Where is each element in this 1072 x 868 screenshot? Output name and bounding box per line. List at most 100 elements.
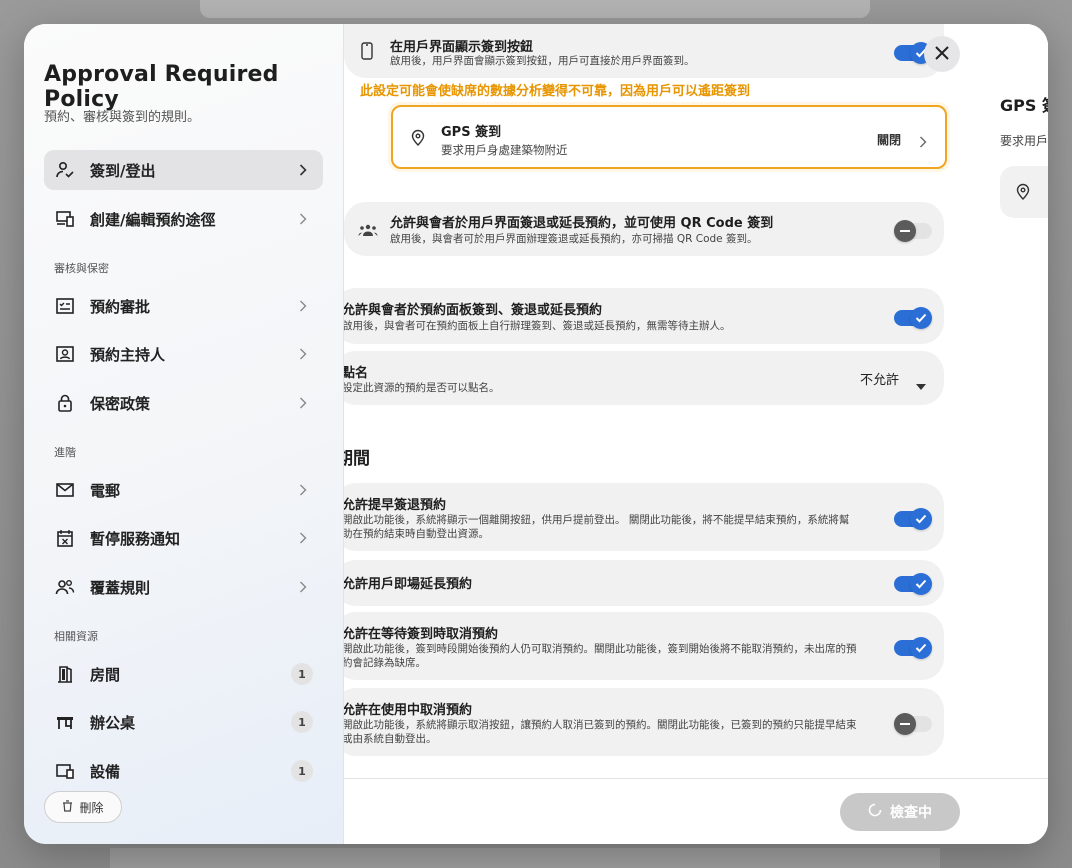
lock-icon (54, 392, 76, 414)
panel-check-in-toggle[interactable] (894, 307, 932, 329)
remote-check-in-warning: 此設定可能會使缺席的數據分析變得不可靠，因為用戶可以遙距簽到 (360, 84, 751, 99)
delete-label: 刪除 (79, 800, 104, 815)
roll-call-select[interactable]: 不允許 (860, 369, 899, 388)
group-icon (358, 222, 378, 241)
sidebar: Approval Required Policy 預約、審核與簽到的規則。 簽到… (24, 24, 344, 844)
devices-icon (54, 208, 76, 230)
gps-check-in-item[interactable]: GPS 簽到 要求用戶身處建築物附近 關閉 (391, 105, 947, 169)
early-check-out-toggle[interactable] (894, 508, 932, 530)
chevron-right-icon (293, 532, 313, 544)
minus-icon (894, 713, 916, 735)
gps-detail-panel: GPS 簽到 要求用戶身處建築物附近 (974, 24, 1048, 778)
background-footer (110, 848, 940, 868)
people-icon (54, 576, 76, 598)
setting-row-panel-check-in: 允許與會者於預約面板簽到、簽退或延長預約 啟用後，與會者可在預約面板上自行辦理簽… (344, 288, 944, 344)
setting-title: 允許在使用中取消預約 (344, 703, 473, 718)
chevron-right-icon (293, 581, 313, 593)
qr-code-toggle[interactable] (894, 220, 932, 242)
gps-location-card[interactable] (1000, 166, 1048, 218)
section-heading-period: 期間 (344, 449, 370, 469)
extend-booking-toggle[interactable] (894, 573, 932, 595)
sidebar-item-privacy[interactable]: 保密政策 (44, 383, 323, 423)
desk-icon (54, 711, 76, 733)
gps-panel-subtitle: 要求用戶身處建築物附近 (1000, 134, 1048, 148)
policy-modal: Approval Required Policy 預約、審核與簽到的規則。 簽到… (24, 24, 1048, 844)
delete-button[interactable]: 刪除 (44, 791, 122, 823)
gps-title: GPS 簽到 (441, 125, 502, 140)
gps-description: 要求用戶身處建築物附近 (441, 143, 568, 157)
setting-row-roll-call: 點名 設定此資源的預約是否可以點名。 不允許 (344, 351, 944, 405)
sidebar-item-label: 暫停服務通知 (90, 529, 181, 548)
setting-description: 啟用後，用戶界面會顯示簽到按鈕，用戶可直接於用戶界面簽到。 (390, 55, 695, 67)
gps-status: 關閉 (877, 133, 902, 147)
setting-description: 開啟此功能後，簽到時段開始後預約人仍可取消預約。關閉此功能後，簽到開始後將不能取… (344, 643, 857, 669)
sidebar-item-label: 覆蓋規則 (90, 578, 151, 597)
close-button[interactable] (924, 36, 960, 72)
setting-title: 允許與會者於用戶界面簽退或延長預約，並可使用 QR Code 簽到 (390, 216, 774, 231)
approval-list-icon (54, 295, 76, 317)
device-icon (54, 760, 76, 782)
sidebar-item-equipment[interactable]: 設備 1 (44, 751, 323, 791)
close-icon (935, 45, 949, 64)
checkmark-icon (910, 573, 932, 595)
sidebar-item-label: 預約主持人 (90, 345, 166, 364)
setting-title: 允許用戶即場延長預約 (344, 577, 473, 592)
setting-title: 允許在等待簽到時取消預約 (344, 627, 499, 642)
sidebar-item-label: 設備 (90, 762, 121, 781)
checkmark-icon (910, 508, 932, 530)
sidebar-item-host[interactable]: 預約主持人 (44, 334, 323, 374)
chevron-right-icon (293, 213, 313, 225)
sidebar-item-check-in[interactable]: 簽到/登出 (44, 150, 323, 190)
sidebar-item-rooms[interactable]: 房間 1 (44, 654, 323, 694)
settings-panel: 在用戶界面顯示簽到按鈕 啟用後，用戶界面會顯示簽到按鈕，用戶可直接於用戶界面簽到… (344, 24, 1048, 844)
chevron-right-icon (293, 484, 313, 496)
count-badge: 1 (291, 711, 313, 733)
checking-button[interactable]: 檢查中 (840, 793, 960, 831)
modal-footer: 檢查中 (344, 778, 1048, 844)
user-check-icon (54, 159, 76, 181)
mail-icon (54, 479, 76, 501)
sidebar-item-label: 電郵 (90, 481, 121, 500)
setting-row-extend-booking: 允許用戶即場延長預約 (344, 560, 944, 606)
trash-icon (62, 799, 73, 815)
setting-row-cancel-while-waiting: 允許在等待簽到時取消預約 開啟此功能後，簽到時段開始後預約人仍可取消預約。關閉此… (344, 612, 944, 680)
minus-icon (894, 220, 916, 242)
sidebar-item-override[interactable]: 覆蓋規則 (44, 567, 323, 607)
sidebar-item-booking-channels[interactable]: 創建/編輯預約途徑 (44, 199, 323, 239)
location-pin-icon (1016, 183, 1030, 204)
section-label-advanced: 進階 (54, 446, 76, 459)
sidebar-item-label: 預約審批 (90, 297, 151, 316)
sidebar-item-label: 創建/編輯預約途徑 (90, 210, 216, 229)
sidebar-item-desks[interactable]: 辦公桌 1 (44, 702, 323, 742)
setting-description: 開啟此功能後，系統將顯示一個離開按鈕，供用戶提前登出。 關閉此功能後，將不能提早… (344, 514, 850, 540)
setting-row-cancel-in-use: 允許在使用中取消預約 開啟此功能後，系統將顯示取消按鈕，讓預約人取消已簽到的預約… (344, 688, 944, 756)
spinner-icon (868, 803, 882, 821)
calendar-x-icon (54, 527, 76, 549)
setting-description: 啟用後，與會者可在預約面板上自行辦理簽到、簽退或延長預約，無需等待主辦人。 (344, 320, 731, 332)
count-badge: 1 (291, 760, 313, 782)
section-label-approval: 審核與保密 (54, 262, 109, 275)
sidebar-item-label: 簽到/登出 (90, 161, 156, 180)
count-badge: 1 (291, 663, 313, 685)
checkmark-icon (910, 307, 932, 329)
sidebar-item-label: 保密政策 (90, 394, 151, 413)
policy-subtitle: 預約、審核與簽到的規則。 (44, 110, 201, 125)
host-badge-icon (54, 343, 76, 365)
cancel-in-use-toggle[interactable] (894, 713, 932, 735)
checking-label: 檢查中 (890, 805, 932, 821)
setting-row-qr-code: 允許與會者於用戶界面簽退或延長預約，並可使用 QR Code 簽到 啟用後，與會… (344, 202, 944, 256)
sidebar-item-suspension[interactable]: 暫停服務通知 (44, 518, 323, 558)
sidebar-item-label: 房間 (90, 665, 121, 684)
chevron-right-icon (293, 300, 313, 312)
door-icon (54, 663, 76, 685)
setting-title: 允許提早簽退預約 (344, 498, 447, 513)
gps-panel-title: GPS 簽到 (1000, 96, 1048, 115)
policy-title: Approval Required Policy (44, 62, 279, 112)
sidebar-item-email[interactable]: 電郵 (44, 470, 323, 510)
setting-description: 設定此資源的預約是否可以點名。 (344, 382, 500, 394)
setting-row-early-check-out: 允許提早簽退預約 開啟此功能後，系統將顯示一個離開按鈕，供用戶提前登出。 關閉此… (344, 483, 944, 551)
setting-title: 允許與會者於預約面板簽到、簽退或延長預約 (344, 303, 603, 318)
cancel-while-waiting-toggle[interactable] (894, 637, 932, 659)
sidebar-item-approval[interactable]: 預約審批 (44, 286, 323, 326)
checkmark-icon (910, 637, 932, 659)
